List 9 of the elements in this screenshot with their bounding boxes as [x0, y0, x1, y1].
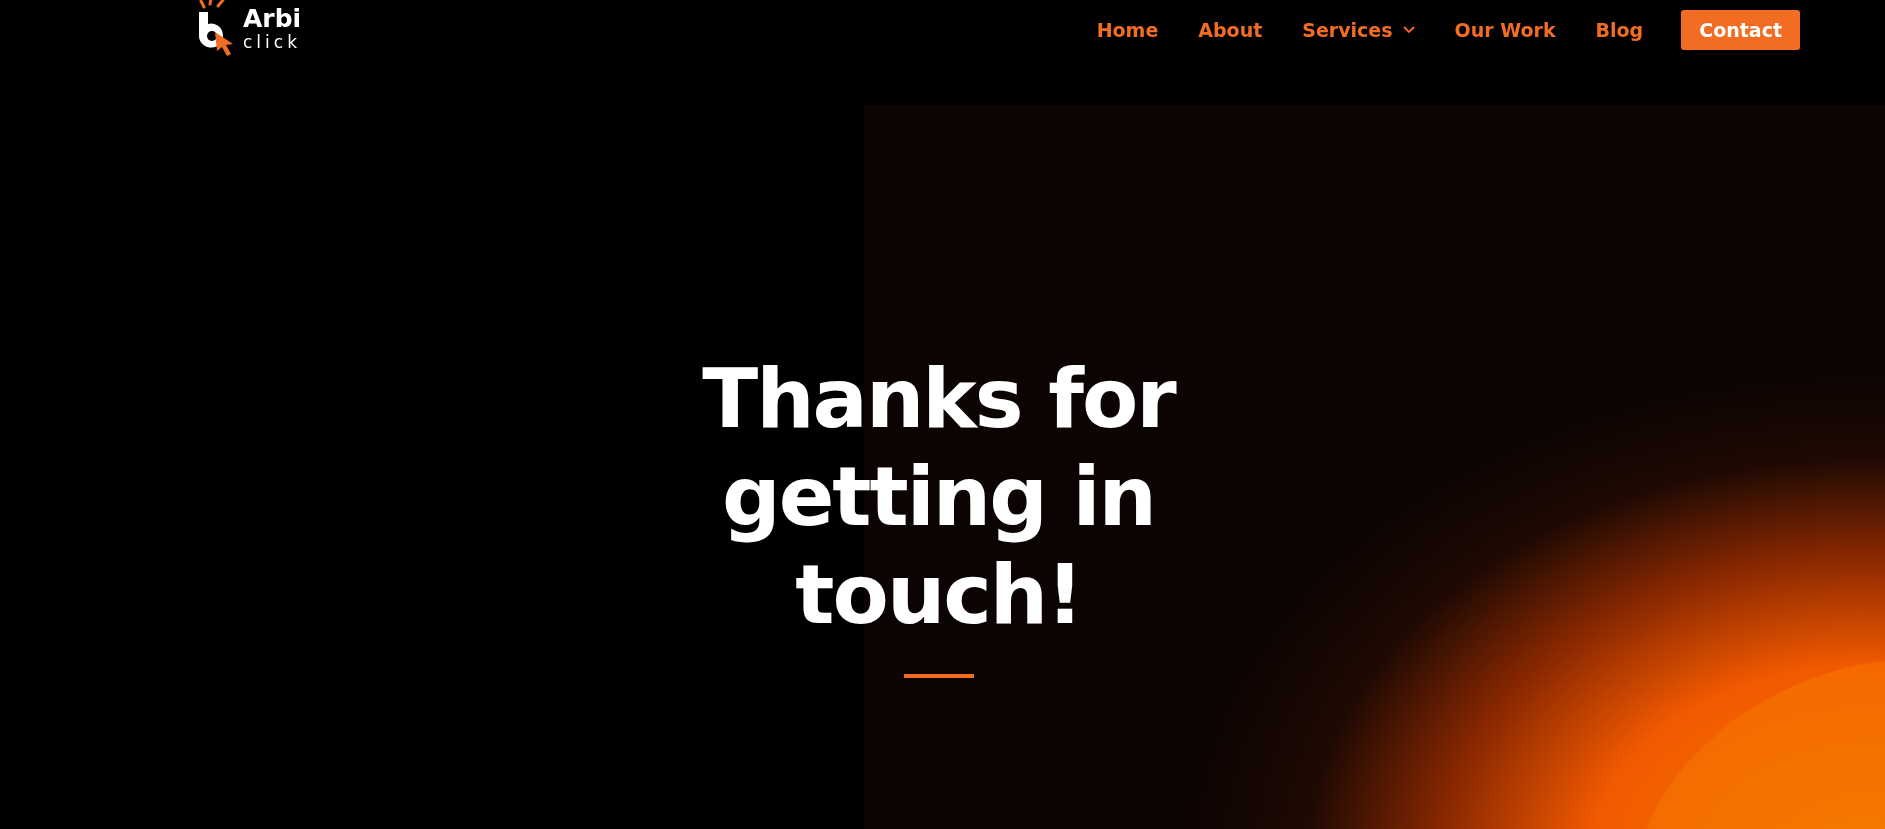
nav-link[interactable]: Blog — [1595, 19, 1644, 41]
logo-name: Arbi — [243, 6, 302, 32]
hero-heading: Thanks for getting in touch! — [702, 350, 1175, 644]
nav-link[interactable]: Home — [1096, 19, 1159, 41]
accent-underline — [903, 674, 974, 678]
nav-link[interactable]: Services — [1302, 19, 1415, 41]
nav-link[interactable]: Our Work — [1454, 19, 1556, 41]
nav-link[interactable]: About — [1198, 19, 1263, 41]
logo-subtitle: click — [243, 32, 302, 52]
